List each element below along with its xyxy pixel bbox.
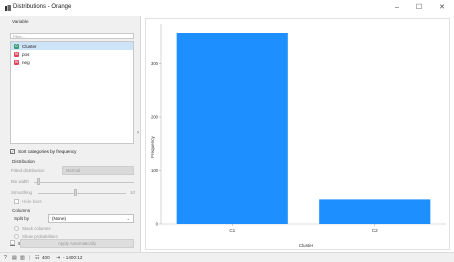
status-bar: ? ▤ ▥ | ☷ 400 ⇥ - 1400:12 — [0, 252, 454, 262]
data-output-icon: ⇥ — [56, 255, 61, 261]
report-icon[interactable]: ▤ — [12, 255, 17, 261]
apply-button-label: Apply Automatically — [57, 241, 97, 246]
variable-name: Cluster — [22, 43, 37, 49]
variable-list-item[interactable]: N neg — [11, 58, 133, 66]
variable-list-item[interactable]: C Cluster — [11, 42, 133, 50]
sort-categories-checkbox[interactable]: ✓ Sort categories by frequency — [10, 149, 76, 154]
bar[interactable] — [176, 33, 288, 224]
y-tick-label: 100 — [151, 168, 159, 173]
smoothing-value: 10 — [130, 190, 135, 195]
auto-apply-checkbox[interactable] — [10, 240, 18, 245]
hide-bars-checkbox[interactable]: Hide bars — [14, 199, 42, 204]
maximize-button[interactable]: ☐ — [414, 4, 424, 12]
smoothing-label: Smoothing — [11, 190, 32, 195]
fitted-distribution-label: Fitted distribution — [11, 168, 45, 173]
separator: | — [29, 255, 31, 261]
bar[interactable] — [319, 199, 431, 224]
x-axis-label: Cluster — [299, 243, 314, 248]
numeric-variable-icon: N — [14, 59, 19, 65]
split-by-select[interactable]: (None) ⌄ — [48, 214, 134, 223]
numeric-variable-icon: N — [14, 51, 19, 57]
split-by-label: Split by — [14, 216, 30, 221]
fitted-distribution-value: Normal — [66, 168, 81, 173]
smoothing-slider-handle[interactable] — [74, 189, 77, 196]
checkmark-icon: ✓ — [10, 149, 15, 154]
columns-group-title: Columns — [12, 208, 31, 213]
show-probabilities-radio[interactable] — [14, 234, 19, 239]
variable-group-title: Variable — [12, 19, 29, 24]
hide-bars-label: Hide bars — [22, 199, 42, 204]
x-tick-label: C2 — [372, 228, 378, 233]
minimize-button[interactable]: – — [392, 4, 402, 12]
distribution-group-title: Distribution — [12, 159, 35, 164]
stack-columns-radio[interactable] — [14, 226, 19, 231]
y-tick-label: 0 — [156, 222, 159, 227]
y-tick-label: 200 — [151, 114, 159, 119]
variable-list[interactable]: C Cluster N pos N neg — [10, 41, 134, 144]
fitted-distribution-select[interactable]: Normal — [62, 166, 134, 175]
data-input-icon: ☷ — [35, 255, 40, 261]
bin-width-slider-track[interactable] — [34, 182, 134, 183]
x-tick-label: C1 — [229, 228, 235, 233]
control-panel: Variable C Cluster N pos N neg ✓ Sort ca… — [0, 16, 141, 252]
plot-area[interactable]: Frequency Cluster 0 100 200 300 C1 C2 — [145, 18, 450, 250]
window-title: Distributions - Orange — [13, 4, 72, 10]
bin-width-slider-handle[interactable] — [37, 178, 40, 185]
chevron-right-icon[interactable]: › — [137, 130, 139, 136]
apply-automatically-button[interactable]: Apply Automatically — [20, 239, 134, 248]
y-tick-label: 300 — [151, 61, 159, 66]
orange-app-icon — [5, 5, 11, 11]
save-image-icon[interactable]: ▥ — [20, 255, 25, 261]
y-axis-label: Frequency — [150, 135, 155, 157]
variable-filter-input[interactable] — [10, 33, 134, 39]
variable-name: pos — [22, 51, 30, 57]
output-count: - 1400:12 — [63, 255, 83, 260]
distribution-chart: Frequency Cluster 0 100 200 300 C1 C2 — [150, 24, 446, 248]
sort-categories-label: Sort categories by frequency — [18, 149, 77, 154]
close-button[interactable]: ✕ — [437, 4, 447, 12]
split-by-value: (None) — [52, 216, 67, 221]
bin-width-label: Bin width — [11, 179, 29, 184]
help-icon[interactable]: ? — [4, 255, 7, 261]
variable-list-item[interactable]: N pos — [11, 50, 133, 58]
categorical-variable-icon: C — [14, 43, 19, 49]
chevron-down-icon: ⌄ — [126, 216, 130, 221]
variable-name: neg — [22, 59, 30, 65]
input-count: 400 — [42, 255, 50, 260]
smoothing-slider-track[interactable] — [38, 193, 126, 194]
stack-columns-label: Stack columns — [22, 226, 51, 231]
title-bar: Distributions - Orange – ☐ ✕ — [0, 0, 454, 16]
